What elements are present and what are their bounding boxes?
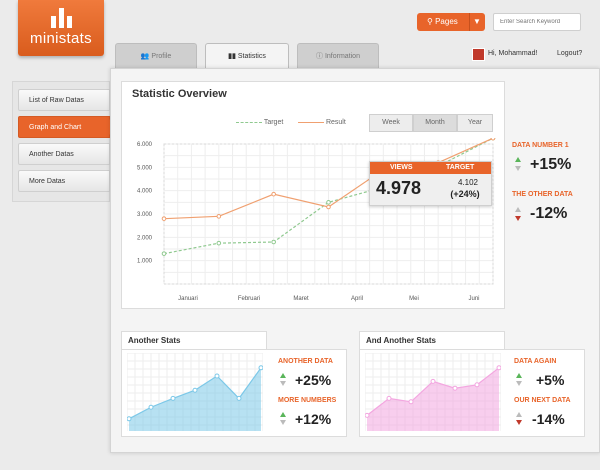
- area-point: [365, 412, 370, 418]
- another-stats-title: Another Stats: [128, 336, 181, 345]
- area-point: [452, 385, 458, 391]
- greeting: Hi, Mohammad!: [488, 50, 538, 57]
- tooltip-target-value: 4.102: [457, 178, 479, 187]
- x-tick-label: Februari: [238, 296, 260, 302]
- trend-down-icon: [515, 166, 521, 171]
- trend-down-icon: [516, 381, 522, 386]
- area-point: [430, 378, 436, 384]
- tooltip-target-label: TARGET: [446, 164, 475, 171]
- logout-link[interactable]: Logout?: [557, 50, 582, 57]
- logo-bars-icon: [51, 8, 73, 28]
- tooltip-views-label: VIEWS: [390, 164, 413, 171]
- avatar[interactable]: [472, 48, 485, 61]
- target-point: [161, 251, 167, 256]
- target-point: [326, 200, 331, 205]
- trend-up-icon: [280, 412, 286, 417]
- stat-label-the-other-data: THE OTHER DATA: [512, 191, 573, 198]
- stat-label-data-number-1: DATA NUMBER 1: [512, 142, 569, 149]
- period-year[interactable]: Year: [457, 114, 493, 132]
- search-icon: ⚲: [427, 17, 433, 26]
- area-point: [258, 365, 263, 371]
- x-tick-label: Januari: [178, 296, 198, 302]
- target-point: [216, 240, 222, 246]
- legend-result: Result: [298, 119, 346, 126]
- result-point: [161, 216, 167, 221]
- search-input[interactable]: [493, 13, 581, 31]
- stat-value-data-again: +5%: [536, 372, 565, 388]
- trend-up-icon: [516, 412, 522, 417]
- area-point: [148, 404, 154, 410]
- area-point: [386, 395, 392, 401]
- chart-tooltip: VIEWS TARGET 4.978 4.102 (+24%): [369, 161, 492, 206]
- stat-label-our-next-data: OUR NEXT DATA: [514, 397, 571, 404]
- stat-value-our-next-data: -14%: [532, 411, 565, 427]
- sidebar-item-graph-chart[interactable]: Graph and Chart: [18, 116, 117, 138]
- y-tick-label: 2.000: [137, 235, 153, 241]
- area-point: [170, 395, 176, 401]
- period-week[interactable]: Week: [369, 114, 413, 132]
- result-point: [326, 204, 331, 210]
- y-tick-label: 6.000: [137, 142, 153, 148]
- stat-label-another-data: ANOTHER DATA: [278, 358, 333, 365]
- pages-label: Pages: [435, 17, 458, 26]
- y-tick-label: 1.000: [137, 259, 153, 265]
- x-tick-label: Mei: [409, 296, 419, 302]
- trend-down-icon: [516, 420, 522, 425]
- tab-statistics[interactable]: ▮▮ Statistics: [205, 43, 289, 70]
- trend-down-icon: [280, 420, 286, 425]
- area-point: [192, 387, 198, 393]
- info-icon: ⓘ: [316, 53, 323, 60]
- tooltip-views-value: 4.978: [376, 178, 422, 198]
- area-point: [236, 395, 242, 401]
- target-point: [271, 239, 276, 245]
- area-point: [496, 365, 501, 371]
- trend-down-icon: [515, 216, 521, 221]
- app-name: ministats: [30, 30, 92, 47]
- trend-up-icon: [280, 373, 286, 378]
- x-tick-label: Juni: [468, 296, 479, 302]
- sidebar-item-more-datas[interactable]: More Datas: [18, 170, 110, 192]
- overview-title: Statistic Overview: [132, 88, 227, 100]
- period-month[interactable]: Month: [413, 114, 457, 132]
- trend-up-icon: [516, 373, 522, 378]
- and-another-stats-area-chart: [365, 353, 501, 431]
- stat-value-more-numbers: +12%: [295, 411, 332, 427]
- trend-up-icon: [515, 157, 521, 162]
- tab-profile[interactable]: 👥 Profile: [115, 43, 197, 69]
- app-logo[interactable]: ministats: [18, 0, 104, 56]
- x-tick-label: April: [351, 296, 363, 302]
- result-point: [216, 214, 222, 219]
- stat-value-another-data: +25%: [295, 372, 332, 388]
- another-stats-area-chart: [127, 353, 263, 431]
- users-icon: 👥: [140, 53, 150, 60]
- stat-value-the-other-data: -12%: [530, 205, 568, 222]
- x-tick-label: Maret: [293, 296, 309, 302]
- tooltip-target-change: (+24%): [450, 189, 480, 199]
- stat-label-data-again: DATA AGAIN: [514, 358, 557, 365]
- area-point: [474, 382, 480, 388]
- and-another-stats-title: And Another Stats: [366, 336, 436, 345]
- tab-information[interactable]: ⓘ Information: [297, 43, 379, 69]
- trend-down-icon: [280, 381, 286, 386]
- y-tick-label: 3.000: [137, 212, 153, 218]
- bar-chart-icon: ▮▮: [228, 53, 236, 60]
- trend-up-icon: [515, 207, 521, 212]
- area-point: [127, 416, 132, 422]
- sidebar-item-raw-datas[interactable]: List of Raw Datas: [18, 89, 110, 111]
- stat-label-more-numbers: MORE NUMBERS: [278, 397, 337, 404]
- pages-button[interactable]: ⚲ Pages ▼: [417, 13, 485, 31]
- area-point: [408, 399, 414, 405]
- area-point: [214, 373, 220, 379]
- stat-value-data-number-1: +15%: [530, 156, 572, 173]
- result-point: [271, 191, 276, 197]
- chevron-down-icon[interactable]: ▼: [473, 13, 481, 31]
- sidebar-item-another-datas[interactable]: Another Datas: [18, 143, 110, 165]
- y-tick-label: 4.000: [137, 189, 153, 195]
- y-tick-label: 5.000: [137, 165, 153, 171]
- legend-target: Target: [236, 119, 283, 126]
- result-point: [490, 138, 496, 141]
